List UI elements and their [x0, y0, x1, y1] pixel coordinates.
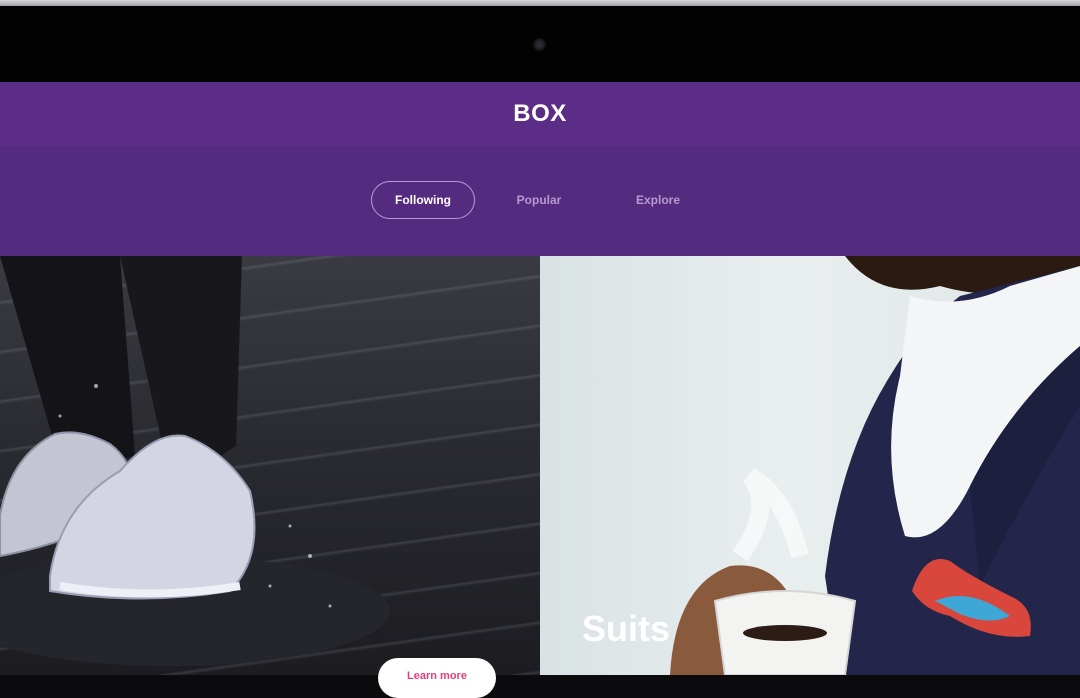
suits-title: Suits	[582, 608, 671, 649]
tab-bar: Following Popular Explore	[0, 146, 1080, 256]
sneakers-card[interactable]	[0, 256, 540, 675]
app-title: BOX	[513, 100, 567, 127]
learn-more-button[interactable]: Learn more	[378, 658, 496, 698]
suits-card[interactable]: Suits	[540, 256, 1080, 675]
bezel-edge	[0, 0, 1080, 6]
tab-explore[interactable]: Explore	[614, 181, 702, 219]
right-leg	[120, 256, 242, 466]
app-header: BOX	[0, 82, 1080, 146]
tab-popular[interactable]: Popular	[495, 181, 583, 219]
camera-icon	[534, 39, 545, 50]
steam	[732, 468, 809, 562]
tab-following[interactable]: Following	[371, 181, 475, 219]
device-bezel	[0, 0, 1080, 82]
coffee	[743, 625, 827, 641]
sneakers-photo	[0, 256, 390, 666]
